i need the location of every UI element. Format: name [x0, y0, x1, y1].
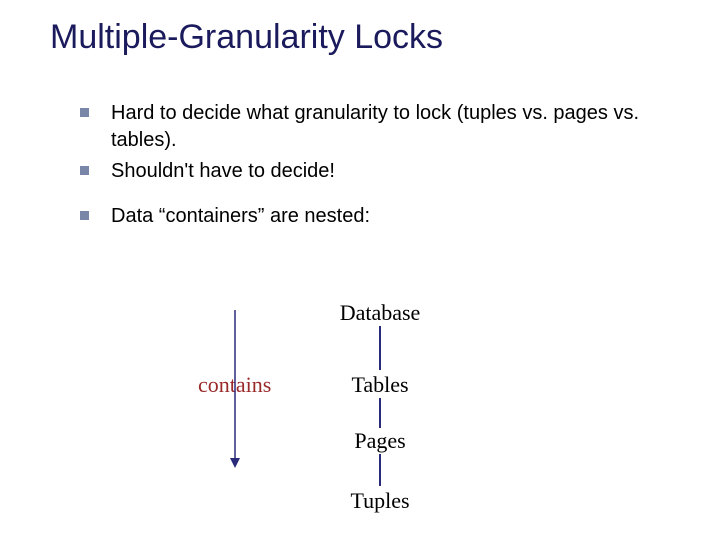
hierarchy-level-database: Database — [320, 300, 440, 326]
hierarchy-diagram: Database Tables Pages Tuples contains — [0, 300, 720, 520]
connector-line — [379, 454, 381, 486]
bullet-icon — [80, 108, 89, 117]
bullet-list: Hard to decide what granularity to lock … — [80, 100, 640, 234]
bullet-icon — [80, 166, 89, 175]
bullet-text: Hard to decide what granularity to lock … — [111, 100, 640, 154]
arrow-down-icon — [225, 310, 245, 470]
list-item: Hard to decide what granularity to lock … — [80, 100, 640, 154]
bullet-icon — [80, 211, 89, 220]
hierarchy-level-tables: Tables — [320, 372, 440, 398]
slide: Multiple-Granularity Locks Hard to decid… — [0, 0, 720, 540]
bullet-text: Shouldn't have to decide! — [111, 158, 335, 185]
slide-title: Multiple-Granularity Locks — [50, 18, 443, 57]
bullet-text: Data “containers” are nested: — [111, 203, 370, 230]
list-item: Data “containers” are nested: — [80, 203, 640, 230]
hierarchy-level-tuples: Tuples — [320, 488, 440, 514]
connector-line — [379, 398, 381, 428]
list-item: Shouldn't have to decide! — [80, 158, 640, 185]
connector-line — [379, 326, 381, 370]
hierarchy-level-pages: Pages — [320, 428, 440, 454]
bullet-spacer — [80, 189, 640, 203]
